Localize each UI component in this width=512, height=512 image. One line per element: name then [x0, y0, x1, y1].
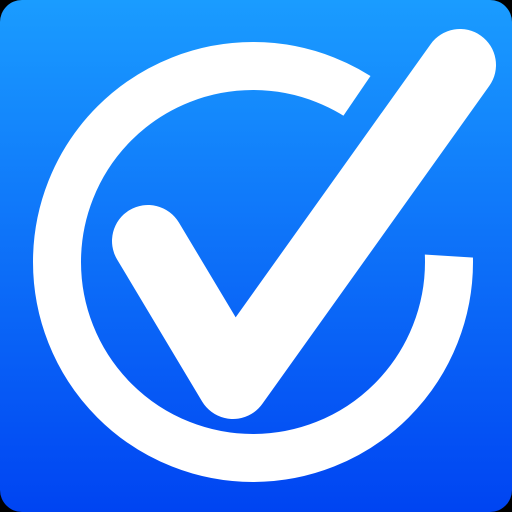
- check-circle-icon: [0, 0, 512, 512]
